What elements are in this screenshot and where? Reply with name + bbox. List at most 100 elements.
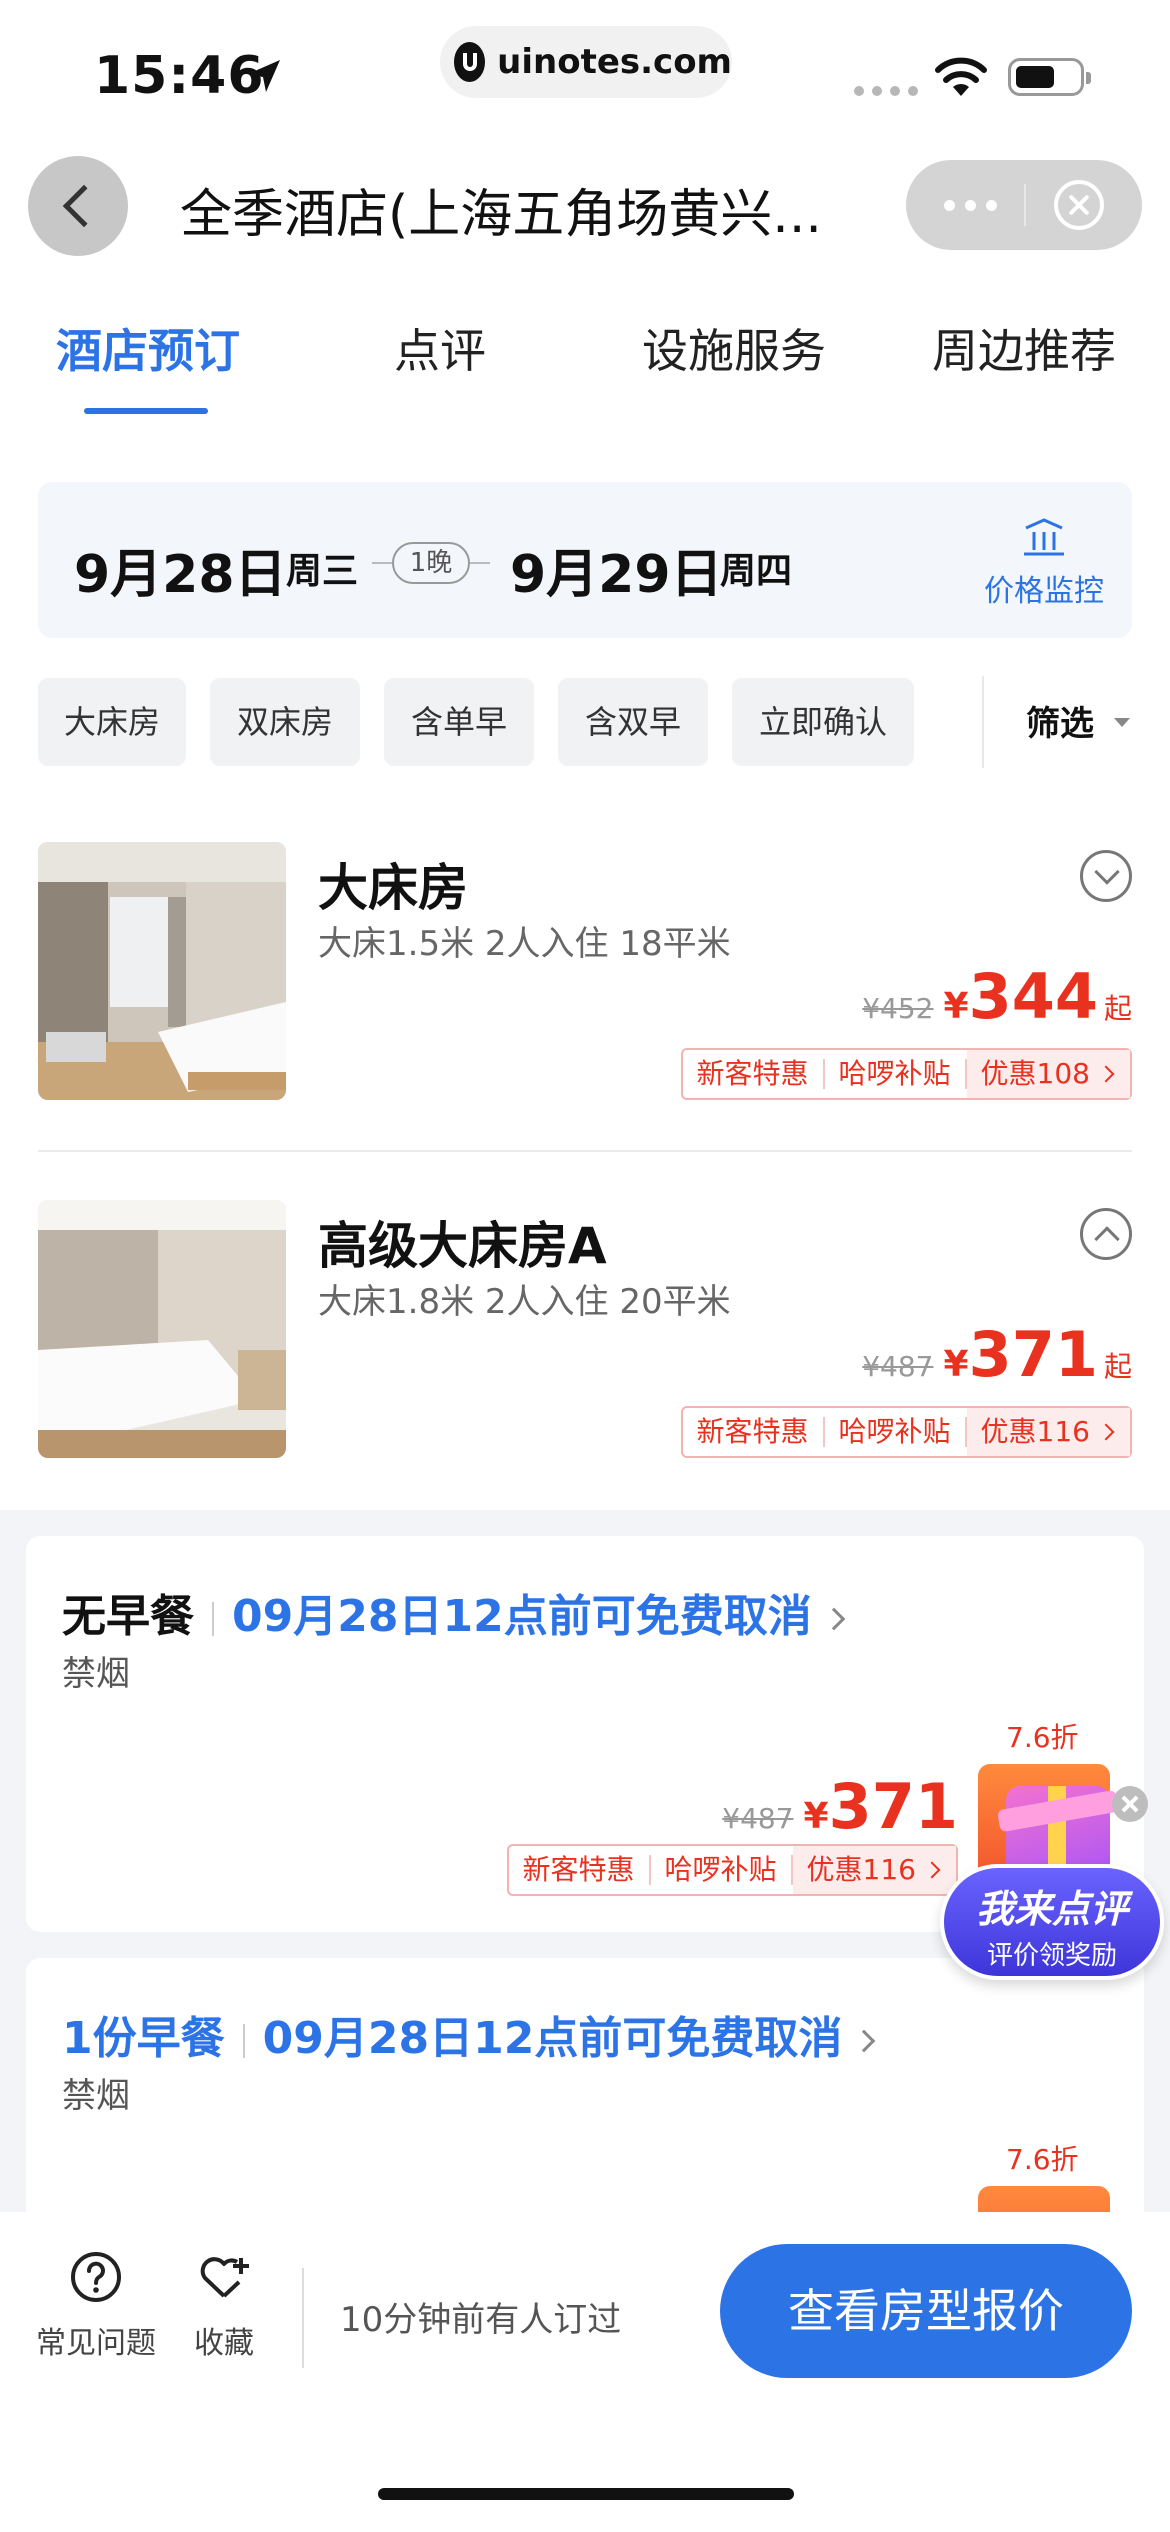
price-suffix: 起: [1103, 1350, 1132, 1383]
price-watch-label: 价格监控: [984, 574, 1104, 609]
tab-reviews[interactable]: 点评: [394, 315, 486, 381]
room-card[interactable]: 大床房 大床1.5米 2人入住 18平米 ¥452 ¥344 起 新客特惠 哈啰补贴…: [38, 842, 1132, 1100]
discount-tag[interactable]: 优惠116: [966, 1408, 1130, 1456]
current-price: 344: [968, 960, 1098, 1033]
question-icon: [71, 2252, 121, 2302]
heart-plus-icon: [200, 2257, 249, 2298]
price-suffix: 起: [1103, 992, 1132, 1025]
promo-tags: 新客特惠 哈啰补贴 优惠116: [680, 1406, 1132, 1458]
room-name: 高级大床房A: [318, 1217, 607, 1275]
url-text: uinotes.com: [497, 42, 732, 82]
discount-rate: 7.6折: [1006, 2143, 1079, 2176]
room-photo: [38, 1200, 286, 1458]
plan-price: ¥487 ¥371: [722, 1770, 958, 1843]
uinotes-logo-icon: [454, 42, 486, 82]
tab-indicator: [84, 408, 208, 414]
chevron-left-icon: [62, 184, 106, 228]
room-name: 大床房: [318, 859, 468, 917]
room-photo: [38, 842, 286, 1100]
home-indicator: [378, 2488, 794, 2500]
room-price: ¥487 ¥371 起: [862, 1318, 1132, 1391]
view-room-prices-button[interactable]: 查看房型报价: [720, 2244, 1132, 2378]
room-card[interactable]: 高级大床房A 大床1.8米 2人入住 20平米 ¥487 ¥371 起 新客特惠 哈…: [38, 1200, 1132, 1458]
chevron-right-icon: [822, 1607, 846, 1631]
cancel-policy[interactable]: 09月28日12点前可免费取消: [232, 1591, 812, 1642]
original-price: ¥452: [862, 992, 934, 1025]
meal-plan: 无早餐: [62, 1591, 194, 1642]
promo-tag: 新客特惠: [509, 1855, 651, 1885]
discount-rate: 7.6折: [1006, 1721, 1079, 1754]
original-price: ¥487: [862, 1350, 934, 1383]
tab-nearby[interactable]: 周边推荐: [932, 315, 1116, 381]
filter-chip-king[interactable]: 大床房: [38, 678, 186, 766]
rate-plan-header: 无早餐 09月28日12点前可免费取消: [62, 1580, 846, 1644]
chevron-right-icon: [853, 2029, 876, 2053]
cellular-signal-icon: [854, 86, 918, 96]
url-pill: uinotes.com: [440, 26, 732, 98]
promo-tag: 哈啰补贴: [825, 1417, 967, 1447]
nights-badge: 1晚: [392, 542, 470, 584]
filter-chip-double-breakfast[interactable]: 含双早: [558, 678, 708, 766]
faq-button[interactable]: 常见问题: [34, 2250, 158, 2362]
filter-chip-instant-confirm[interactable]: 立即确认: [732, 678, 914, 766]
close-icon[interactable]: [1054, 180, 1104, 230]
status-time: 15:46: [94, 46, 265, 106]
close-badge-icon[interactable]: [1112, 1786, 1148, 1822]
header-separator: [242, 2024, 245, 2058]
favorite-label: 收藏: [194, 2326, 254, 2361]
smoking-policy: 禁烟: [62, 1654, 130, 1694]
currency-symbol: ¥: [943, 1344, 969, 1385]
checkout-weekday: 周四: [720, 551, 793, 592]
price-watch-button[interactable]: 价格监控: [974, 518, 1114, 610]
cancel-policy[interactable]: 09月28日12点前可免费取消: [263, 2013, 843, 2064]
price-monitor-icon: [1024, 518, 1064, 556]
discount-tag[interactable]: 优惠116: [792, 1846, 956, 1894]
filter-chip-single-breakfast[interactable]: 含单早: [384, 678, 534, 766]
currency-symbol: ¥: [943, 986, 969, 1027]
smoking-policy: 禁烟: [62, 2076, 130, 2116]
meal-plan: 1份早餐: [62, 2013, 225, 2064]
wifi-icon: [935, 57, 987, 96]
rate-plan-header: 1份早餐 09月28日12点前可免费取消: [62, 2002, 876, 2066]
capsule-divider: [1024, 184, 1026, 226]
promo-tags: 新客特惠 哈啰补贴 优惠108: [680, 1048, 1132, 1100]
location-arrow-icon: [248, 60, 280, 92]
favorite-button[interactable]: 收藏: [186, 2250, 262, 2362]
miniprogram-capsule: [906, 160, 1142, 250]
caret-down-icon: [1114, 718, 1130, 727]
review-badge-title: 我来点评: [975, 1887, 1128, 1931]
faq-label: 常见问题: [36, 2326, 156, 2361]
promo-tags: 新客特惠 哈啰补贴 优惠116: [506, 1844, 958, 1896]
bottom-divider: [302, 2268, 304, 2368]
filter-button[interactable]: 筛选: [1026, 696, 1094, 745]
original-price: ¥487: [722, 1802, 794, 1835]
room-price: ¥452 ¥344 起: [862, 960, 1132, 1033]
filter-chip-twin[interactable]: 双床房: [210, 678, 360, 766]
page-background: 15:46 uinotes.com 全季酒店(上海五角场黄兴... 酒店预订 点…: [0, 0, 1170, 1510]
current-price: 371: [828, 1770, 958, 1843]
battery-icon: [1008, 58, 1091, 96]
room-spec: 大床1.5米 2人入住 18平米: [318, 924, 731, 964]
date-selector[interactable]: 9月28日 周三 1晚 9月29日 周四 价格监控: [38, 482, 1132, 638]
current-price: 371: [968, 1318, 1098, 1391]
page-title: 全季酒店(上海五角场黄兴...: [180, 185, 820, 245]
promo-tag: 哈啰补贴: [825, 1059, 967, 1089]
tab-hotel-booking[interactable]: 酒店预订: [56, 315, 240, 381]
tab-facilities[interactable]: 设施服务: [642, 315, 826, 381]
recent-booking-note: 10分钟前有人订过: [340, 2300, 622, 2340]
promo-tag: 新客特惠: [683, 1417, 825, 1447]
discount-tag[interactable]: 优惠108: [966, 1050, 1130, 1098]
header-separator: [212, 1602, 214, 1636]
currency-symbol: ¥: [803, 1796, 829, 1837]
checkout-date: 9月29日: [510, 545, 723, 605]
chevron-up-icon[interactable]: [1080, 1208, 1132, 1260]
review-pill: 我来点评 评价领奖励: [940, 1864, 1164, 1980]
chevron-down-icon[interactable]: [1080, 850, 1132, 902]
more-icon[interactable]: [944, 200, 997, 211]
promo-tag: 哈啰补贴: [651, 1855, 793, 1885]
promo-tag: 新客特惠: [683, 1059, 825, 1089]
back-button[interactable]: [28, 156, 128, 256]
bottom-bar: 常见问题 收藏 10分钟前有人订过 查看房型报价: [0, 2212, 1170, 2532]
checkin-date: 9月28日: [74, 545, 287, 605]
room-spec: 大床1.8米 2人入住 20平米: [318, 1282, 731, 1322]
